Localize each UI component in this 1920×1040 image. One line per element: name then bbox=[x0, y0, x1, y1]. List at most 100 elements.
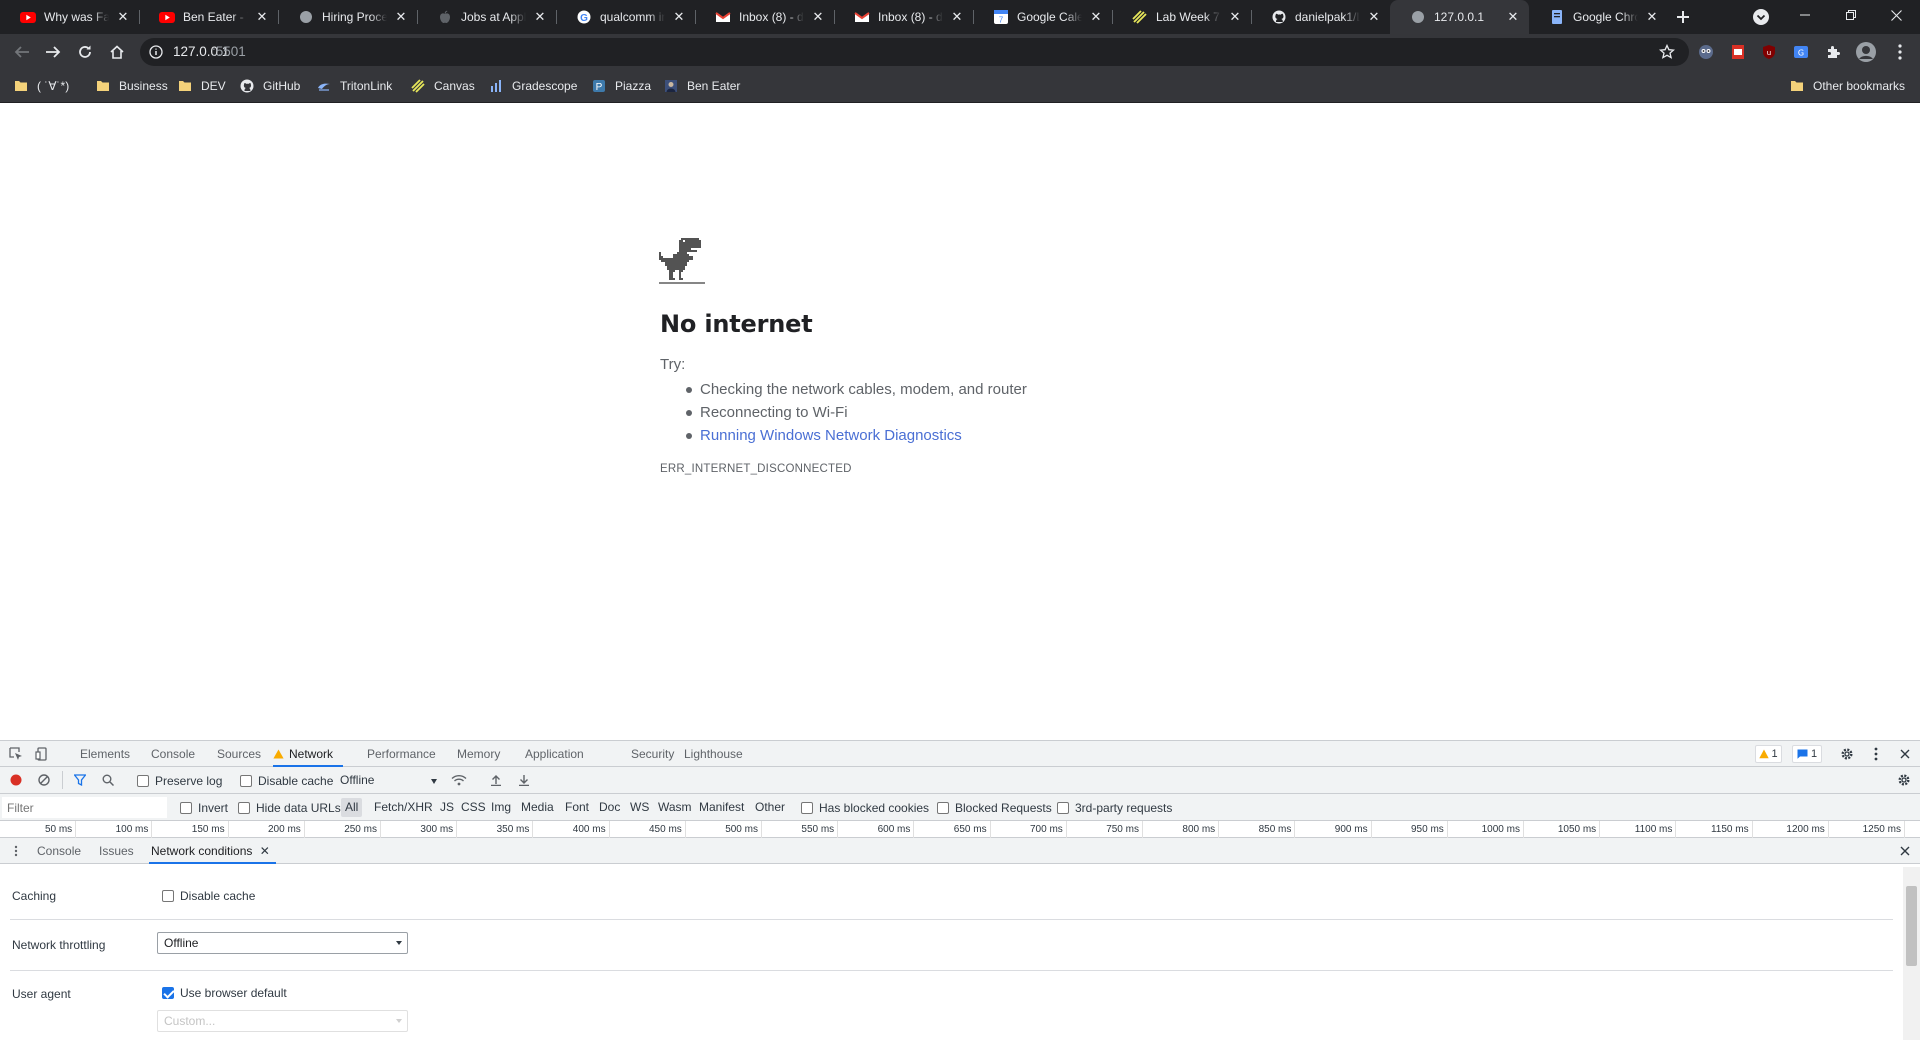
type-filter-img[interactable]: Img bbox=[491, 794, 511, 821]
dinosaur-icon[interactable] bbox=[659, 238, 705, 284]
extension-pdf-button[interactable] bbox=[1729, 43, 1747, 61]
forward-button[interactable] bbox=[41, 40, 65, 64]
blocked-requests-checkbox[interactable]: Blocked Requests bbox=[937, 801, 1052, 815]
nc-disable-cache-checkbox[interactable]: Disable cache bbox=[162, 889, 255, 903]
devtools-settings-button[interactable] bbox=[1837, 745, 1857, 763]
type-filter-wasm[interactable]: Wasm bbox=[658, 794, 692, 821]
type-filter-manifest[interactable]: Manifest bbox=[699, 794, 744, 821]
address-bar[interactable] bbox=[140, 38, 1689, 66]
type-filter-css[interactable]: CSS bbox=[461, 794, 486, 821]
network-diagnostics-link[interactable]: Running Windows Network Diagnostics bbox=[700, 427, 962, 444]
extension-ublock-button[interactable]: u bbox=[1760, 43, 1778, 61]
filter-toggle-button[interactable] bbox=[72, 772, 88, 788]
devtools-tab-memory[interactable]: Memory bbox=[457, 741, 500, 767]
tab-9[interactable]: Lab Week 7 - ✕ bbox=[1112, 0, 1251, 34]
type-filter-other[interactable]: Other bbox=[755, 794, 785, 821]
devtools-tab-elements[interactable]: Elements bbox=[80, 741, 130, 767]
invert-checkbox[interactable]: Invert bbox=[180, 801, 228, 815]
inspect-element-button[interactable] bbox=[7, 746, 25, 762]
use-browser-default-checkbox[interactable]: Use browser default bbox=[162, 986, 287, 1000]
import-har-button[interactable] bbox=[488, 772, 504, 788]
drawer-tab-network-conditions[interactable]: Network conditions ✕ bbox=[149, 838, 276, 864]
network-conditions-button[interactable] bbox=[450, 772, 468, 788]
other-bookmarks[interactable]: Other bookmarks bbox=[1790, 70, 1905, 102]
has-blocked-cookies-checkbox[interactable]: Has blocked cookies bbox=[801, 801, 929, 815]
drawer-menu-button[interactable] bbox=[8, 842, 24, 860]
drawer-close-button[interactable] bbox=[1896, 842, 1914, 860]
new-tab-button[interactable] bbox=[1671, 5, 1695, 29]
back-button[interactable] bbox=[10, 40, 34, 64]
bookmark-2[interactable]: Business bbox=[96, 70, 168, 102]
devtools-tab-security[interactable]: Security bbox=[631, 741, 674, 767]
nc-throttling-select[interactable]: Offline bbox=[157, 932, 408, 954]
bookmark-4[interactable]: GitHub bbox=[240, 70, 300, 102]
site-info-button[interactable] bbox=[148, 44, 164, 60]
network-settings-button[interactable] bbox=[1895, 772, 1913, 788]
bookmark-star-button[interactable] bbox=[1656, 41, 1678, 63]
type-filter-js[interactable]: JS bbox=[440, 794, 454, 821]
tab-12[interactable]: Google Chrome ✕ bbox=[1529, 0, 1668, 34]
tab-close-icon[interactable]: ✕ bbox=[115, 9, 131, 25]
devtools-close-button[interactable] bbox=[1896, 745, 1914, 763]
warning-count-badge[interactable]: 1 bbox=[1755, 745, 1782, 763]
checkbox-box[interactable] bbox=[137, 775, 149, 787]
checkbox-box[interactable] bbox=[238, 802, 250, 814]
bookmark-5[interactable]: TritonLink bbox=[317, 70, 392, 102]
tab-10[interactable]: danielpak1/Lab ✕ bbox=[1251, 0, 1390, 34]
profile-button[interactable] bbox=[1855, 41, 1877, 63]
reload-button[interactable] bbox=[73, 40, 97, 64]
drawer-tab-issues[interactable]: Issues bbox=[99, 838, 134, 864]
extensions-menu-button[interactable] bbox=[1824, 43, 1842, 61]
preserve-log-checkbox[interactable]: Preserve log bbox=[137, 774, 222, 788]
close-icon[interactable]: ✕ bbox=[256, 844, 270, 858]
tab-close-icon[interactable]: ✕ bbox=[810, 9, 826, 25]
checkbox-box[interactable] bbox=[162, 987, 174, 999]
minimize-button[interactable] bbox=[1791, 0, 1819, 30]
tab-8[interactable]: 7 Google Calendar ✕ bbox=[973, 0, 1112, 34]
tab-4[interactable]: Jobs at Apple ✕ bbox=[417, 0, 556, 34]
tab-close-icon[interactable]: ✕ bbox=[1227, 9, 1243, 25]
device-toolbar-button[interactable] bbox=[33, 746, 51, 762]
type-filter-all[interactable]: All bbox=[341, 798, 363, 817]
throttling-select[interactable]: Offline bbox=[340, 768, 440, 793]
tab-close-icon[interactable]: ✕ bbox=[1644, 9, 1660, 25]
tab-7[interactable]: Inbox (8) - daniel ✕ bbox=[834, 0, 973, 34]
checkbox-box[interactable] bbox=[240, 775, 252, 787]
drawer-tab-console[interactable]: Console bbox=[37, 838, 81, 864]
devtools-tab-lighthouse[interactable]: Lighthouse bbox=[684, 741, 743, 767]
tab-close-icon[interactable]: ✕ bbox=[949, 9, 965, 25]
devtools-tab-console[interactable]: Console bbox=[151, 741, 195, 767]
checkbox-box[interactable] bbox=[937, 802, 949, 814]
chrome-menu-button[interactable] bbox=[1890, 41, 1910, 63]
tab-close-icon[interactable]: ✕ bbox=[393, 9, 409, 25]
bookmark-6[interactable]: Canvas bbox=[411, 70, 475, 102]
search-button[interactable] bbox=[100, 772, 116, 788]
tab-close-icon[interactable]: ✕ bbox=[1088, 9, 1104, 25]
type-filter-ws[interactable]: WS bbox=[630, 794, 649, 821]
devtools-menu-button[interactable] bbox=[1867, 745, 1885, 763]
tab-close-icon[interactable]: ✕ bbox=[532, 9, 548, 25]
tab-close-icon[interactable]: ✕ bbox=[1505, 9, 1521, 25]
disable-cache-checkbox[interactable]: Disable cache bbox=[240, 774, 333, 788]
filter-input[interactable] bbox=[2, 797, 167, 818]
tab-5[interactable]: Gqualcomm internship ✕ bbox=[556, 0, 695, 34]
tab-3[interactable]: Hiring Process ✕ bbox=[278, 0, 417, 34]
timeline-overview[interactable]: 50 ms 100 ms 150 ms 200 ms 250 ms 300 ms 350 m… bbox=[0, 821, 1920, 838]
tab-search-button[interactable] bbox=[1750, 6, 1772, 28]
devtools-tab-application[interactable]: Application bbox=[525, 741, 584, 767]
tab-6[interactable]: Inbox (8) - daniel ✕ bbox=[695, 0, 834, 34]
export-har-button[interactable] bbox=[516, 772, 532, 788]
tab-1[interactable]: Why was Facebook ✕ bbox=[0, 0, 139, 34]
extension-owl-button[interactable] bbox=[1697, 43, 1715, 61]
bookmark-9[interactable]: Ben Eater bbox=[664, 70, 740, 102]
type-filter-media[interactable]: Media bbox=[521, 794, 554, 821]
bookmark-8[interactable]: P Piazza bbox=[592, 70, 651, 102]
bookmark-3[interactable]: DEV bbox=[178, 70, 226, 102]
type-filter-doc[interactable]: Doc bbox=[599, 794, 620, 821]
type-filter-fetch-xhr[interactable]: Fetch/XHR bbox=[374, 794, 433, 821]
restore-button[interactable] bbox=[1837, 0, 1865, 30]
tab-close-icon[interactable]: ✕ bbox=[671, 9, 687, 25]
devtools-tab-network[interactable]: Network bbox=[273, 741, 344, 767]
url-port[interactable]: :5501 bbox=[212, 38, 246, 66]
tab-11[interactable]: 127.0.0.1 ✕ bbox=[1390, 0, 1529, 34]
